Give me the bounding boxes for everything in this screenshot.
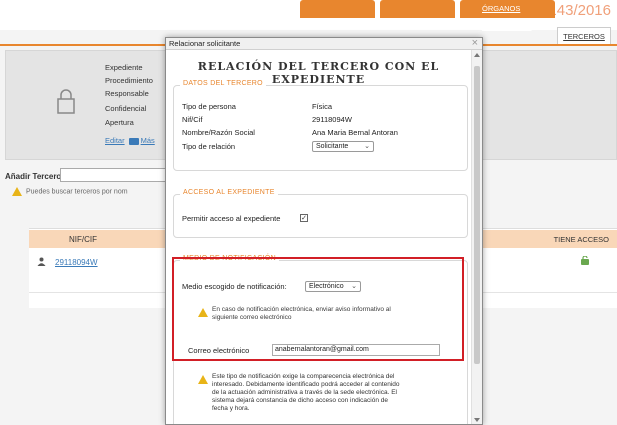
nombre-label: Nombre/Razón Social — [182, 128, 255, 137]
tab-organos-colegiados[interactable]: ÓRGANOS COLEGIADOS — [460, 0, 555, 31]
tipo-persona-label: Tipo de persona — [182, 102, 236, 111]
info-line-4: sistema dejará constancia de dicho acces… — [212, 397, 388, 404]
permitir-acceso-label: Permitir acceso al expediente — [182, 214, 281, 223]
table-row-nif-link[interactable]: 29118094W — [55, 258, 98, 267]
tab-terceros[interactable]: TERCEROS — [557, 27, 611, 45]
field-apertura: Apertura — [105, 118, 134, 127]
header-tiene-acceso: TIENE ACCESO — [553, 235, 609, 244]
warning-icon — [12, 187, 22, 196]
info-links: Editar Más — [105, 136, 155, 145]
search-hint: Puedes buscar terceros por nom — [12, 187, 128, 196]
info-notificacion: Este tipo de notificación exige la compa… — [212, 373, 447, 413]
chevron-down-icon: ⌄ — [364, 143, 370, 150]
field-procedimiento: Procedimiento — [105, 76, 153, 85]
warning-icon — [198, 375, 208, 384]
scroll-up-arrow-icon[interactable] — [474, 53, 480, 57]
highlight-box — [172, 257, 464, 361]
tab-blank-2[interactable] — [380, 0, 455, 18]
scroll-down-arrow-icon[interactable] — [474, 418, 480, 422]
tab-organos-label: ÓRGANOS COLEGIADOS — [482, 4, 532, 31]
tipo-relacion-select[interactable]: Solicitante ⌄ — [312, 141, 374, 152]
dialog-scrollbar[interactable] — [471, 50, 482, 424]
add-terceros-input[interactable] — [60, 168, 168, 182]
dialog-title: Relacionar solicitante — [169, 39, 241, 48]
nif-label: Nif/Cif — [182, 115, 203, 124]
add-terceros-label: Añadir Terceros: — [5, 172, 69, 181]
tipo-relacion-label: Tipo de relación — [182, 142, 236, 151]
permitir-acceso-checkbox[interactable]: ✓ — [300, 214, 308, 222]
nombre-value: Ana Maria Bernal Antoran — [312, 128, 398, 137]
lock-icon — [57, 89, 75, 114]
tab-blank-1[interactable] — [300, 0, 375, 18]
relacionar-solicitante-dialog: Relacionar solicitante × RELACIÓN DEL TE… — [165, 37, 483, 425]
datos-tercero-fieldset: DATOS DEL TERCERO Tipo de persona Física… — [173, 80, 468, 171]
info-line-1: Este tipo de notificación exige la compa… — [212, 373, 395, 380]
tipo-relacion-selected: Solicitante — [316, 143, 349, 150]
acceso-expediente-fieldset: ACCESO AL EXPEDIENTE Permitir acceso al … — [173, 189, 468, 238]
datos-tercero-legend: DATOS DEL TERCERO — [180, 80, 266, 87]
mail-icon — [128, 137, 139, 145]
more-link[interactable]: Más — [141, 136, 155, 145]
field-expediente: Expediente — [105, 63, 143, 72]
search-hint-text: Puedes buscar terceros por nom — [26, 188, 128, 196]
scroll-thumb[interactable] — [474, 66, 480, 364]
header-nif: NIF/CIF — [69, 235, 97, 244]
close-icon[interactable]: × — [472, 38, 478, 49]
info-line-3: de la actuación administrativa a través … — [212, 389, 397, 396]
user-icon — [37, 257, 46, 266]
tipo-persona-value: Física — [312, 102, 333, 111]
info-line-2: interesado. Debidamente identificado pod… — [212, 381, 400, 388]
nif-value: 29118094W — [312, 115, 352, 124]
field-responsable: Responsable — [105, 89, 149, 98]
access-granted-icon[interactable] — [580, 256, 590, 266]
acceso-expediente-legend: ACCESO AL EXPEDIENTE — [180, 189, 278, 196]
field-confidencial: Confidencial — [105, 104, 147, 113]
edit-link[interactable]: Editar — [105, 136, 125, 145]
info-line-5: fecha y hora. — [212, 405, 250, 412]
dialog-titlebar: Relacionar solicitante × — [166, 38, 482, 50]
